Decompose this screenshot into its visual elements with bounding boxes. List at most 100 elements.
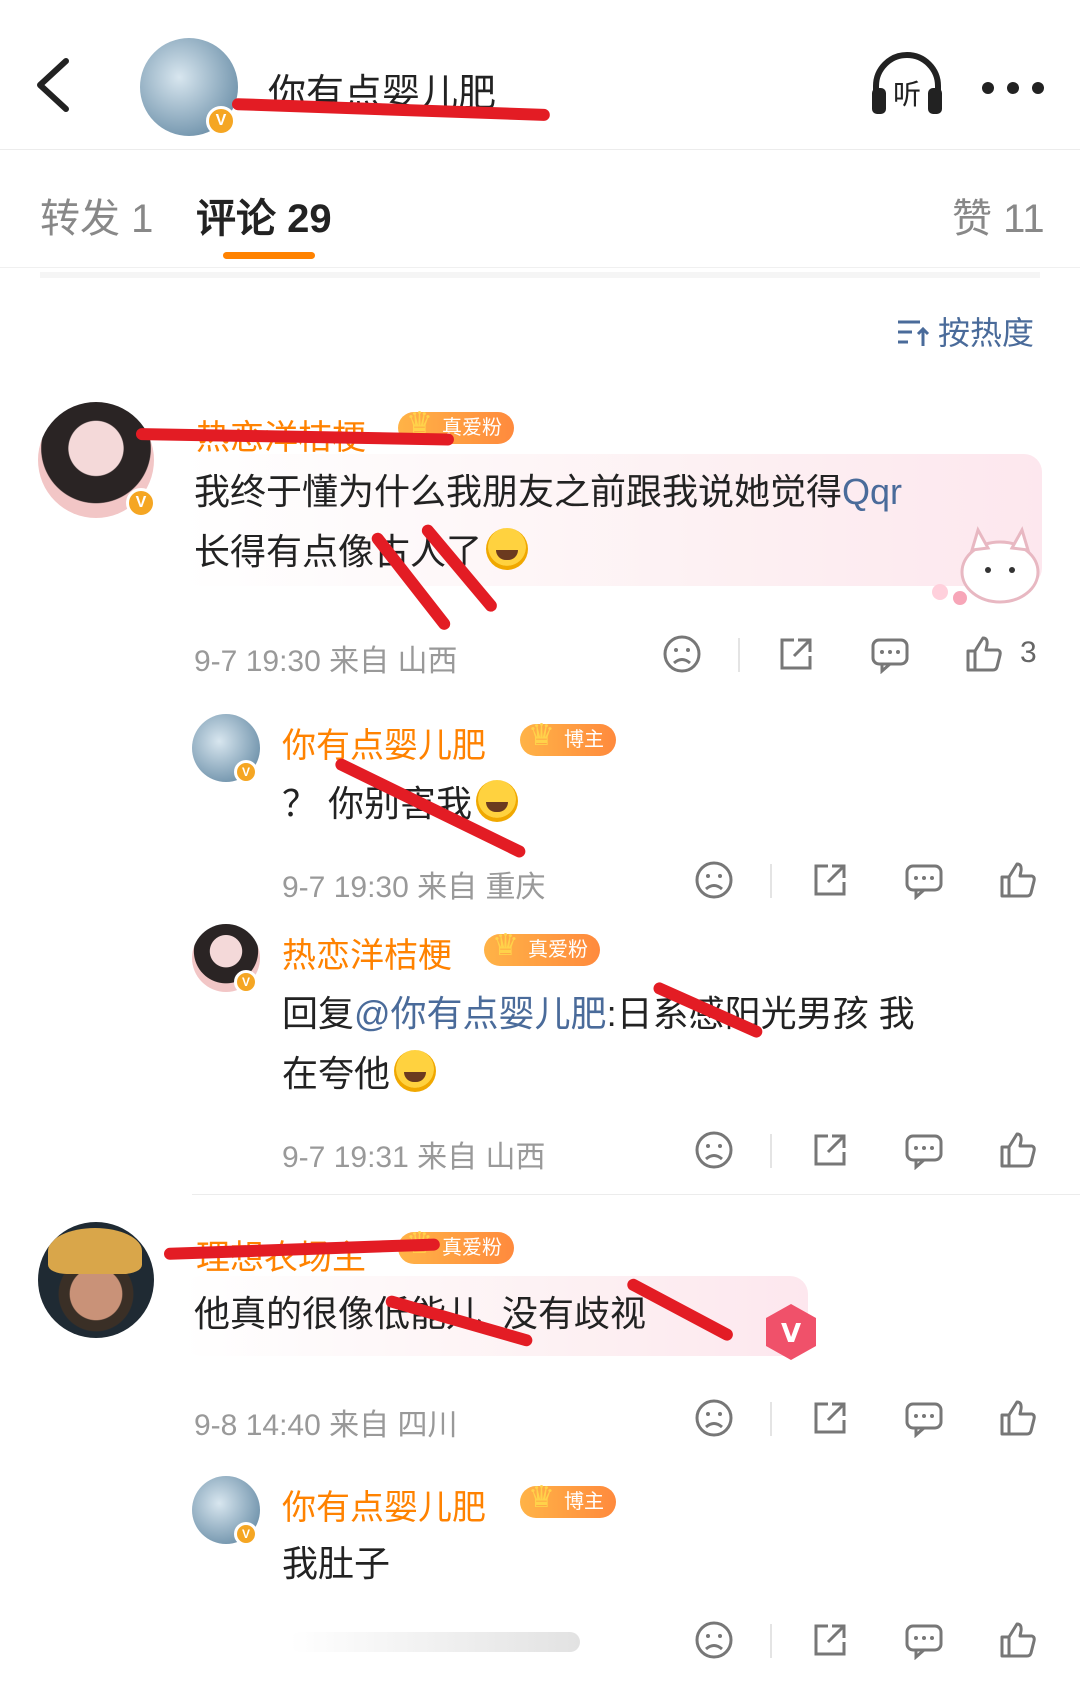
comment-text: ？ 你别害我 — [282, 774, 519, 834]
reply-button[interactable] — [904, 1398, 944, 1439]
search-link[interactable]: Qqr — [842, 471, 902, 512]
share-icon — [780, 638, 812, 670]
text-segment: 我终于懂为什么我朋友之前跟我说她觉得 — [194, 471, 843, 512]
sort-label: 按热度 — [938, 315, 1035, 351]
reply-button[interactable] — [870, 634, 910, 675]
dislike-button[interactable] — [694, 1620, 734, 1660]
tab-reposts[interactable]: 转发 1 — [40, 186, 153, 244]
divider — [40, 272, 1040, 278]
laugh-cry-emoji-icon — [476, 780, 519, 822]
comment-icon — [905, 864, 943, 901]
svg-text:听: 听 — [893, 78, 921, 111]
text-segment: 回复 — [282, 993, 355, 1034]
comment-meta: 9-7 19:31 来自 山西 — [282, 1132, 545, 1176]
reply-button[interactable] — [904, 1620, 944, 1661]
crying-emoji-icon — [394, 1050, 437, 1092]
dislike-button[interactable] — [694, 860, 734, 900]
like-button[interactable] — [998, 1130, 1038, 1170]
comment-author[interactable]: 热恋洋桔梗 — [282, 928, 452, 977]
blogger-badge[interactable]: 博主 — [520, 1482, 616, 1518]
comment-text: 我终于懂为什么我朋友之前跟我说她觉得Qqr 长得有点像古人了 — [194, 462, 1034, 582]
dislike-button[interactable] — [662, 634, 702, 674]
comment-icon — [905, 1402, 943, 1439]
share-button[interactable] — [776, 634, 816, 674]
fan-badge[interactable]: 真爱粉 — [484, 930, 600, 966]
verified-badge: V — [234, 760, 258, 784]
share-button[interactable] — [810, 1398, 850, 1438]
text-segment: 在夸他 — [282, 1053, 391, 1094]
thumbs-up-icon — [1000, 862, 1036, 898]
comment-author[interactable]: 你有点婴儿肥 — [282, 718, 486, 767]
share-button[interactable] — [810, 860, 850, 900]
timestamp: 9-7 19:31 — [282, 1141, 409, 1174]
timestamp: 9-7 19:30 — [194, 645, 321, 678]
comment-meta: 9-8 14:40 来自 四川 — [194, 1400, 457, 1444]
divider — [770, 864, 772, 898]
headphones-icon: 听 — [872, 52, 942, 114]
share-icon — [814, 1624, 846, 1656]
dislike-button[interactable] — [694, 1398, 734, 1438]
blogger-badge[interactable]: 博主 — [520, 720, 616, 756]
location: 来自 山西 — [329, 645, 458, 678]
tab-likes[interactable]: 赞 11 — [952, 186, 1045, 244]
comment-text: 我肚子 — [282, 1543, 391, 1584]
loading-indicator — [290, 1632, 580, 1652]
timestamp: 9-8 14:40 — [194, 1409, 321, 1442]
share-button[interactable] — [810, 1130, 850, 1170]
avatar[interactable] — [38, 1222, 154, 1338]
verified-badge: V — [126, 488, 156, 518]
divider — [192, 1194, 1080, 1195]
thumbs-up-icon — [1000, 1132, 1036, 1168]
cat-sticker-icon — [932, 526, 1040, 605]
share-icon — [814, 1134, 846, 1166]
location: 来自 四川 — [329, 1409, 458, 1442]
thumbs-up-icon — [966, 636, 1002, 672]
reply-button[interactable] — [904, 860, 944, 901]
thumbs-up-icon — [1000, 1622, 1036, 1658]
divider — [770, 1402, 772, 1436]
comment-author[interactable]: 你有点婴儿肥 — [282, 1480, 486, 1529]
verified-badge: V — [234, 970, 258, 994]
sad-face-icon — [695, 1621, 733, 1659]
sad-face-icon — [695, 1399, 733, 1437]
timestamp: 9-7 19:30 — [282, 871, 409, 904]
sort-icon — [898, 320, 930, 346]
sad-face-icon — [695, 1131, 733, 1169]
more-button[interactable] — [978, 78, 1048, 98]
chevron-left-icon — [37, 58, 69, 112]
location: 来自 重庆 — [417, 871, 546, 904]
sort-button[interactable]: 按热度 — [896, 308, 1034, 354]
share-button[interactable] — [810, 1620, 850, 1660]
listen-button[interactable]: 听 — [868, 52, 946, 118]
mention-link[interactable]: @你有点婴儿肥 — [354, 993, 607, 1034]
sad-face-icon — [695, 861, 733, 899]
share-icon — [814, 864, 846, 896]
like-button[interactable] — [998, 1620, 1038, 1660]
share-icon — [814, 1402, 846, 1434]
more-horizontal-icon — [982, 82, 1044, 94]
verified-badge: V — [234, 1522, 258, 1546]
like-button[interactable] — [998, 860, 1038, 900]
active-tab-indicator — [223, 252, 315, 259]
like-count: 3 — [1020, 636, 1037, 669]
like-button[interactable] — [998, 1398, 1038, 1438]
back-button[interactable] — [30, 55, 80, 115]
verified-badge: V — [206, 106, 236, 136]
sad-face-icon — [663, 635, 701, 673]
reply-button[interactable] — [904, 1130, 944, 1171]
comment-icon — [871, 638, 909, 675]
divider — [770, 1624, 772, 1658]
comment-text: 回复@你有点婴儿肥:日系感阳光男孩 我 在夸他 — [282, 984, 1022, 1104]
text-segment: 长得有点像 — [194, 531, 375, 572]
location: 来自 山西 — [417, 1141, 546, 1174]
like-button[interactable] — [964, 634, 1004, 674]
comment-meta: 9-7 19:30 来自 重庆 — [282, 862, 545, 906]
vip-badge-icon: V — [766, 1304, 816, 1360]
laugh-cry-emoji-icon — [486, 528, 529, 570]
comment-icon — [905, 1624, 943, 1661]
top-bar: V 你有点婴儿肥 听 — [0, 0, 1080, 150]
svg-text:V: V — [781, 1319, 801, 1349]
tab-comments[interactable]: 评论 29 — [196, 186, 332, 244]
comment-meta: 9-7 19:30 来自 山西 — [194, 636, 457, 680]
dislike-button[interactable] — [694, 1130, 734, 1170]
